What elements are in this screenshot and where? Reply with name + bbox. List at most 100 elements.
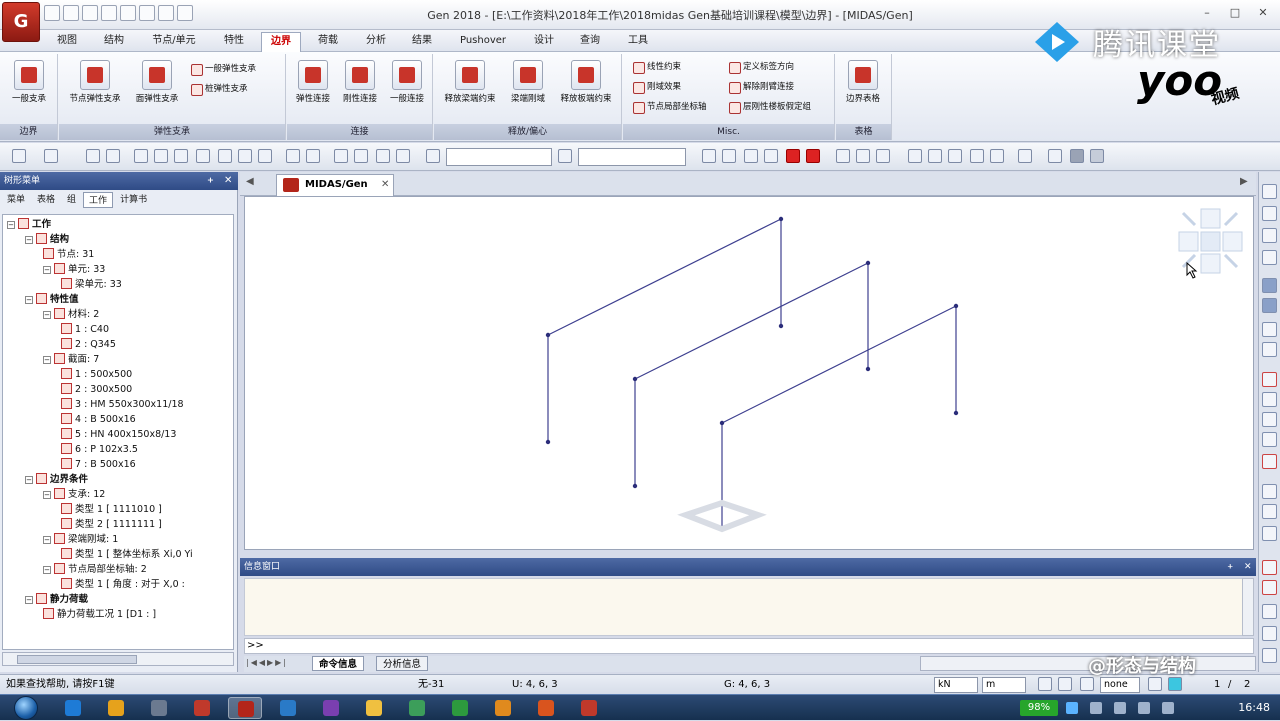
taskbar-app-icon[interactable] xyxy=(185,697,219,719)
unselect-icon[interactable] xyxy=(286,149,300,163)
open-folder-icon[interactable] xyxy=(82,5,98,21)
tree-node[interactable]: 2 : 300x500 xyxy=(61,382,132,397)
tab-view[interactable]: 视图 xyxy=(50,32,84,52)
taskbar-app-icon[interactable] xyxy=(142,697,176,719)
tab-properties[interactable]: 特性 xyxy=(214,32,254,52)
capture-icon[interactable] xyxy=(1262,560,1277,575)
select-identity-icon[interactable] xyxy=(238,149,252,163)
tree-node[interactable]: − 单元: 33 xyxy=(43,262,105,277)
collapse-icon[interactable]: − xyxy=(25,296,33,304)
tree-node[interactable]: 类型 1 [ 1111010 ] xyxy=(61,502,162,517)
view-bottom-icon[interactable] xyxy=(1262,228,1277,243)
taskbar-app-icon[interactable] xyxy=(99,697,133,719)
tab-node-element[interactable]: 节点/单元 xyxy=(142,32,206,52)
tree-node[interactable]: 类型 1 [ 角度 : 对于 X,0 : xyxy=(61,577,185,592)
taskbar-app-icon[interactable] xyxy=(572,697,606,719)
collapse-icon[interactable]: − xyxy=(43,566,51,574)
snap-icon[interactable] xyxy=(928,149,942,163)
redo-icon[interactable] xyxy=(177,5,193,21)
print-icon[interactable] xyxy=(120,5,136,21)
beam-element[interactable] xyxy=(721,305,957,424)
layer-icon[interactable] xyxy=(1148,677,1162,691)
beam-end-release-button[interactable]: 释放梁端约束 xyxy=(438,58,502,116)
pan-icon[interactable] xyxy=(1262,484,1277,499)
zoom-out-icon[interactable] xyxy=(1262,432,1277,447)
tab-scroll-left-icon[interactable]: ◀ xyxy=(246,176,254,187)
mesh-icon[interactable] xyxy=(970,149,984,163)
save-icon[interactable] xyxy=(101,5,117,21)
tab-results[interactable]: 结果 xyxy=(402,32,442,52)
activate-all-icon[interactable] xyxy=(376,149,390,163)
taskbar-app-icon[interactable] xyxy=(529,697,563,719)
collapse-icon[interactable]: − xyxy=(25,236,33,244)
tree-node[interactable]: 7 : B 500x16 xyxy=(61,457,136,472)
redo-icon[interactable] xyxy=(44,149,58,163)
collapse-icon[interactable]: − xyxy=(7,221,15,229)
clock[interactable]: 16:48 xyxy=(1238,701,1270,714)
shield-icon[interactable] xyxy=(1114,702,1126,714)
taskbar-app-icon[interactable] xyxy=(443,697,477,719)
collapse-icon[interactable]: − xyxy=(43,536,51,544)
zoom-window-icon[interactable] xyxy=(1262,392,1277,407)
display-icon[interactable] xyxy=(1138,702,1150,714)
tree-node[interactable]: 节点: 31 xyxy=(43,247,94,262)
select-window-icon[interactable] xyxy=(134,149,148,163)
export-view-icon[interactable] xyxy=(1262,648,1277,663)
grid-icon[interactable] xyxy=(908,149,922,163)
collapse-icon[interactable]: − xyxy=(43,311,51,319)
group-dropdown[interactable] xyxy=(578,148,686,166)
divide-icon[interactable] xyxy=(1018,149,1032,163)
tab-groups[interactable]: 组 xyxy=(62,192,81,208)
inactivate-icon[interactable] xyxy=(354,149,368,163)
node-elastic-support-button[interactable]: 节点弹性支承 xyxy=(63,58,127,116)
zoom-in-icon[interactable] xyxy=(1262,412,1277,427)
taskbar-app-icon[interactable] xyxy=(486,697,520,719)
tab-load[interactable]: 荷载 xyxy=(308,32,348,52)
display-icon[interactable] xyxy=(1048,149,1062,163)
model-viewport[interactable] xyxy=(244,196,1254,550)
tree-node[interactable]: − 结构 xyxy=(25,232,69,247)
boundary-table-button[interactable]: 边界表格 xyxy=(839,58,887,116)
tree-node[interactable]: 类型 1 [ 整体坐标系 Xi,0 Yi xyxy=(61,547,193,562)
select-element-icon[interactable] xyxy=(106,149,120,163)
network-icon[interactable] xyxy=(1066,702,1078,714)
rotate-icon[interactable] xyxy=(764,149,778,163)
scroll-thumb[interactable] xyxy=(17,655,137,664)
dimension-icon[interactable] xyxy=(948,149,962,163)
tree-horizontal-scrollbar[interactable] xyxy=(2,652,234,666)
open-file-icon[interactable] xyxy=(63,5,79,21)
undo-icon[interactable] xyxy=(158,5,174,21)
tree-node[interactable]: − 支承: 12 xyxy=(43,487,105,502)
general-support-button[interactable]: 一般支承 xyxy=(5,58,53,116)
move-icon[interactable] xyxy=(1262,526,1277,541)
play-icon[interactable] xyxy=(1080,677,1094,691)
battery-indicator[interactable]: 98% xyxy=(1020,700,1058,716)
tree-node[interactable]: 类型 2 [ 1111111 ] xyxy=(61,517,162,532)
rotate-icon[interactable] xyxy=(1262,504,1277,519)
element-number-icon[interactable] xyxy=(856,149,870,163)
display-option-icon[interactable] xyxy=(1058,677,1072,691)
tree-node[interactable]: 1 : C40 xyxy=(61,322,109,337)
filter-select[interactable]: none xyxy=(1100,677,1140,693)
node-local-axis-item[interactable]: 节点局部坐标轴 xyxy=(631,98,707,116)
collapse-icon[interactable]: − xyxy=(43,266,51,274)
node-point[interactable] xyxy=(632,483,638,489)
select-all-icon[interactable] xyxy=(258,149,272,163)
beam-element[interactable] xyxy=(634,262,869,380)
view-top-icon[interactable] xyxy=(1262,206,1277,221)
general-elastic-support-item[interactable]: 一般弹性支承 xyxy=(189,60,256,78)
shrink-icon[interactable] xyxy=(806,149,820,163)
collapse-icon[interactable]: − xyxy=(25,596,33,604)
tree-node[interactable]: − 材料: 2 xyxy=(43,307,99,322)
selection-dropdown[interactable] xyxy=(446,148,552,166)
select-polygon-icon[interactable] xyxy=(154,149,168,163)
volume-icon[interactable] xyxy=(1162,702,1174,714)
select-volume-icon[interactable] xyxy=(218,149,232,163)
redraw-icon[interactable] xyxy=(1262,454,1277,469)
node-point[interactable] xyxy=(632,376,638,382)
plate-end-release-button[interactable]: 释放板端约束 xyxy=(554,58,618,116)
copy-icon[interactable] xyxy=(990,149,1004,163)
taskbar-app-icon[interactable] xyxy=(56,697,90,719)
new-file-icon[interactable] xyxy=(44,5,60,21)
tree-node[interactable]: 2 : Q345 xyxy=(61,337,116,352)
